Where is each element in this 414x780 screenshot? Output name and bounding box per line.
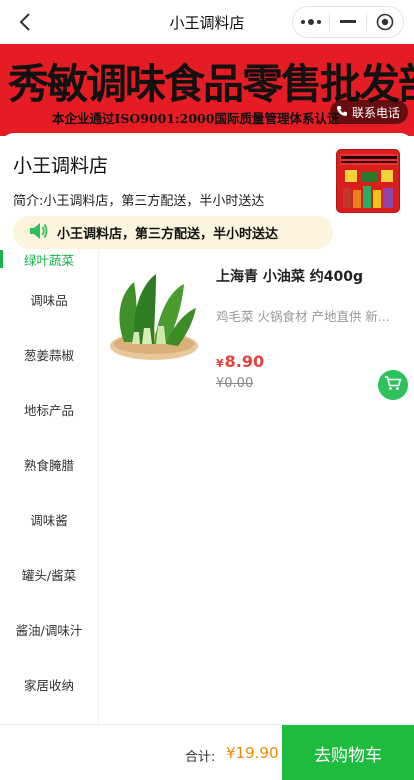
category-item-sauces[interactable]: 调味酱 [0,492,98,547]
product-price: ¥8.90 [216,352,264,371]
category-label: 酱油/调味汁 [15,623,83,638]
cart-icon [384,375,402,395]
category-item-canned-pickles[interactable]: 罐头/酱菜 [0,547,98,602]
contact-phone-button[interactable]: 联系电话 [329,100,408,124]
nav-bar: 小王调料店 [0,0,414,44]
minimize-icon[interactable] [330,7,366,37]
product-description: 鸡毛菜 火锅食材 产地直供 新... [216,309,390,324]
page-title: 小王调料店 [169,13,245,32]
price-value: 8.90 [224,352,265,371]
category-label: 家居收纳 [23,678,74,693]
shop-name: 小王调料店 [13,155,109,177]
notice-bar: 小王调料店，第三方配送，半小时送达 [13,216,333,249]
page: 小王调料店 秀敏调味食品零售批发部门 本企业通过ISO9001:2000国际质量… [0,0,414,780]
product-name: 上海青 小油菜 约400g [216,269,363,285]
notice-text: 小王调料店，第三方配送，半小时送达 [57,227,279,242]
category-label: 地标产品 [23,403,74,418]
speaker-icon [29,222,49,244]
bottom-checkout-bar: 合计: ¥19.90 去购物车 [0,724,414,780]
shop-banner: 秀敏调味食品零售批发部门 本企业通过ISO9001:2000国际质量管理体系认证… [0,44,414,136]
more-dots-icon[interactable] [293,7,329,37]
product-original-price: ¥0.00 [216,376,254,391]
product-card[interactable]: 上海青 小油菜 约400g 鸡毛菜 火锅食材 产地直供 新... ¥8.90 ¥… [100,256,414,406]
category-item-seasoning[interactable]: 调味品 [0,272,98,327]
category-item-soy-sauce[interactable]: 酱油/调味汁 [0,602,98,657]
category-label: 调味品 [30,293,68,308]
phone-icon [336,105,348,120]
shop-info-card: 小王调料店 简介:小王调料店，第三方配送，半小时送达 小王调料店，第三方配送，半… [0,133,414,255]
total-label: 合计: [185,750,216,765]
contact-phone-label: 联系电话 [351,105,400,120]
category-label: 绿叶蔬菜 [23,253,74,268]
category-sidebar: 绿叶蔬菜 调味品 葱姜蒜椒 地标产品 熟食腌腊 调味酱 罐头/酱菜 酱油/调味汁… [0,250,99,724]
shop-logo [336,149,400,213]
category-item-aromatics[interactable]: 葱姜蒜椒 [0,327,98,382]
price-symbol: ¥ [216,357,224,370]
category-label: 葱姜蒜椒 [23,348,74,363]
mini-program-capsule [292,6,404,38]
category-item-regional-products[interactable]: 地标产品 [0,382,98,437]
product-image [104,264,204,374]
category-label: 熟食腌腊 [23,458,74,473]
target-circle-icon[interactable] [367,7,403,37]
add-to-cart-button[interactable] [378,370,408,400]
category-item-cured-meats[interactable]: 熟食腌腊 [0,437,98,492]
category-label: 罐头/酱菜 [21,568,77,583]
banner-subtitle: 本企业通过ISO9001:2000国际质量管理体系认证 [52,111,340,126]
go-to-cart-button[interactable]: 去购物车 [282,725,414,780]
chevron-left-icon[interactable] [14,10,38,34]
shop-intro: 简介:小王调料店，第三方配送，半小时送达 [13,194,265,209]
category-item-home-storage[interactable]: 家居收纳 [0,657,98,712]
total-value: ¥19.90 [226,744,279,762]
category-label: 调味酱 [30,513,68,528]
category-item-leafy-greens[interactable]: 绿叶蔬菜 [0,250,98,272]
